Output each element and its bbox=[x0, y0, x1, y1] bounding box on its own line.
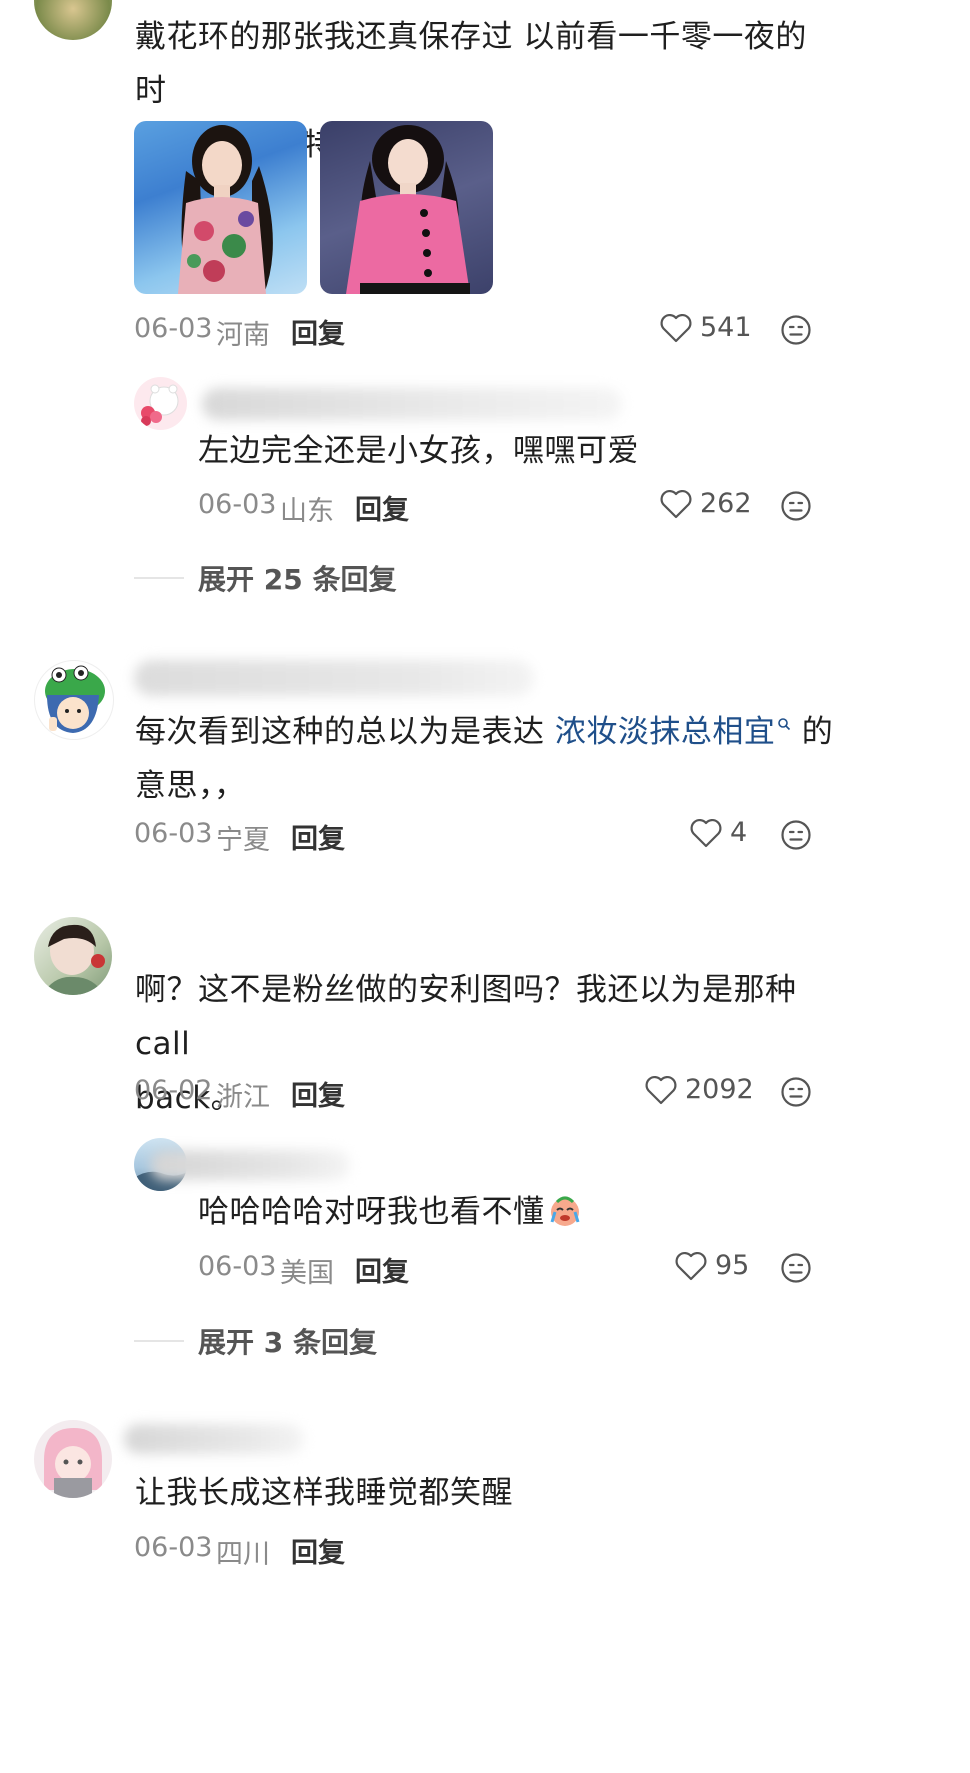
comment-location: 美国 bbox=[280, 1258, 334, 1289]
comment-location: 宁夏 bbox=[216, 825, 270, 856]
avatar[interactable] bbox=[34, 660, 114, 740]
heart-icon bbox=[645, 1075, 677, 1104]
like-count: 541 bbox=[700, 312, 752, 343]
emoji-react-icon[interactable] bbox=[780, 819, 812, 855]
emoji-react-icon[interactable] bbox=[780, 490, 812, 526]
username-blurred[interactable] bbox=[124, 1424, 304, 1454]
reply-button[interactable]: 回复 bbox=[291, 817, 345, 856]
comment-image-right[interactable] bbox=[320, 121, 493, 294]
photo-illustration bbox=[178, 125, 273, 294]
avatar-illustration bbox=[141, 384, 179, 426]
reply-button[interactable]: 回复 bbox=[355, 488, 409, 527]
avatar[interactable] bbox=[34, 1420, 112, 1498]
like-button[interactable]: 95 bbox=[675, 1250, 749, 1281]
comment-date: 06-03 bbox=[198, 1251, 277, 1282]
reply-button[interactable]: 回复 bbox=[291, 312, 345, 351]
comment-location: 浙江 bbox=[216, 1082, 270, 1113]
emoji-react-icon[interactable] bbox=[780, 314, 812, 350]
reply-button[interactable]: 回复 bbox=[355, 1250, 409, 1289]
comment-location: 河南 bbox=[216, 320, 270, 351]
like-count: 2092 bbox=[685, 1074, 754, 1105]
comment-date: 06-03 bbox=[134, 313, 213, 344]
comment-date: 06-03 bbox=[198, 489, 277, 520]
crying-laugh-emoji-icon bbox=[550, 1196, 579, 1226]
avatar-illustration bbox=[42, 924, 105, 995]
divider bbox=[134, 1340, 184, 1342]
comment-text: 每次看到这种的总以为是表达 浓妆淡抹总相宜 的 意思，， bbox=[135, 714, 834, 804]
comment-date: 06-02 bbox=[134, 1075, 213, 1106]
search-link[interactable]: 浓妆淡抹总相宜 bbox=[555, 714, 792, 750]
comment-text: 让我长成这样我睡觉都笑醒 bbox=[135, 1475, 513, 1511]
username-blurred[interactable] bbox=[134, 660, 534, 696]
search-icon bbox=[778, 717, 791, 730]
emoji-react-icon[interactable] bbox=[780, 1252, 812, 1288]
like-button[interactable]: 541 bbox=[660, 312, 752, 343]
reply-text: 左边完全还是小女孩，嘿嘿可爱 bbox=[198, 433, 639, 469]
like-button[interactable]: 262 bbox=[660, 488, 752, 519]
comment-date: 06-03 bbox=[134, 818, 213, 849]
reply-button[interactable]: 回复 bbox=[291, 1074, 345, 1113]
expand-replies-button[interactable]: 展开 25 条回复 bbox=[134, 558, 396, 598]
heart-icon bbox=[660, 489, 692, 518]
like-button[interactable]: 2092 bbox=[645, 1074, 754, 1105]
comment-image-left[interactable] bbox=[134, 121, 307, 294]
like-count: 95 bbox=[715, 1250, 750, 1281]
comment-location: 山东 bbox=[280, 496, 334, 527]
heart-icon bbox=[690, 818, 722, 847]
heart-icon bbox=[660, 313, 692, 342]
emoji-react-icon[interactable] bbox=[780, 1076, 812, 1112]
comment-location: 四川 bbox=[216, 1539, 270, 1570]
avatar[interactable] bbox=[134, 377, 187, 430]
divider bbox=[134, 577, 184, 579]
like-count: 262 bbox=[700, 488, 752, 519]
avatar-illustration bbox=[44, 1428, 102, 1498]
expand-replies-label: 展开 25 条回复 bbox=[198, 563, 397, 596]
like-button[interactable]: 4 bbox=[690, 817, 747, 848]
avatar[interactable] bbox=[34, 917, 112, 995]
photo-illustration bbox=[346, 125, 470, 294]
expand-replies-label: 展开 3 条回复 bbox=[198, 1326, 377, 1359]
avatar[interactable] bbox=[34, 0, 112, 40]
heart-icon bbox=[675, 1251, 707, 1280]
expand-replies-button[interactable]: 展开 3 条回复 bbox=[134, 1321, 377, 1361]
avatar-illustration bbox=[45, 665, 105, 733]
reply-button[interactable]: 回复 bbox=[291, 1531, 345, 1570]
username-blurred[interactable] bbox=[150, 1150, 350, 1180]
comment-date: 06-03 bbox=[134, 1532, 213, 1563]
username-blurred[interactable] bbox=[202, 388, 622, 420]
like-count: 4 bbox=[730, 817, 748, 848]
reply-text: 哈哈哈哈对呀我也看不懂 bbox=[198, 1185, 583, 1239]
